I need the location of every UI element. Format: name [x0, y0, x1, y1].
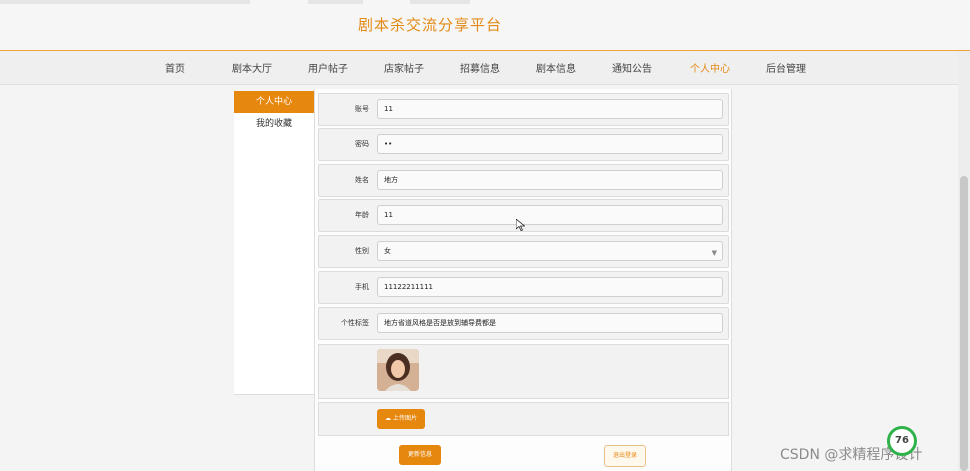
- upload-button-label: 上传图片: [392, 415, 417, 422]
- field-label: 年龄: [355, 211, 369, 219]
- profile-form: 账号 11 密码 •• 姓名 地方 年龄 11 性别 女 ▼ 手机 111222…: [314, 89, 732, 471]
- age-input[interactable]: 11: [377, 205, 723, 225]
- form-row-password: 密码 ••: [318, 128, 729, 161]
- field-label: 账号: [355, 105, 369, 113]
- site-title: 剧本杀交流分享平台: [357, 16, 502, 34]
- header: 剧本杀交流分享平台: [0, 0, 970, 51]
- chevron-down-icon: ▼: [711, 249, 717, 257]
- nav-announcements[interactable]: 通知公告: [612, 60, 652, 75]
- upload-image-button[interactable]: ☁ 上传图片: [377, 409, 425, 429]
- field-label: 姓名: [355, 176, 369, 184]
- nav-admin[interactable]: 后台管理: [766, 60, 806, 75]
- nav-script-hall[interactable]: 剧本大厅: [232, 60, 272, 75]
- field-label: 个性标签: [341, 319, 369, 327]
- account-input[interactable]: 11: [377, 99, 723, 119]
- nav-script-info[interactable]: 剧本信息: [536, 60, 576, 75]
- avatar-row: [318, 344, 729, 399]
- nav-home[interactable]: 首页: [165, 60, 185, 75]
- form-row-account: 账号 11: [318, 93, 729, 126]
- timer-badge: 76: [887, 426, 917, 456]
- phone-input[interactable]: 11122211111: [377, 277, 723, 297]
- avatar: [377, 349, 419, 391]
- form-row-tag: 个性标签 地方省道风格是否是放到辅导费都是: [318, 307, 729, 340]
- field-label: 性别: [355, 247, 369, 255]
- sidebar: 个人中心 我的收藏: [234, 91, 314, 395]
- main-nav: 首页 剧本大厅 用户帖子 店家帖子 招募信息 剧本信息 通知公告 个人中心 后台…: [0, 51, 970, 85]
- browser-strip: [410, 0, 470, 4]
- gender-select[interactable]: 女 ▼: [377, 241, 723, 261]
- form-row-phone: 手机 11122211111: [318, 271, 729, 304]
- field-label: 手机: [355, 283, 369, 291]
- nav-recruitment[interactable]: 招募信息: [460, 60, 500, 75]
- nav-personal-center[interactable]: 个人中心: [690, 60, 730, 75]
- form-row-name: 姓名 地方: [318, 164, 729, 197]
- field-label: 密码: [355, 140, 369, 148]
- scrollbar-thumb[interactable]: [960, 176, 968, 471]
- sidebar-item-favorites[interactable]: 我的收藏: [234, 113, 314, 135]
- name-input[interactable]: 地方: [377, 170, 723, 190]
- cloud-upload-icon: ☁: [385, 415, 392, 422]
- gender-value: 女: [384, 247, 391, 255]
- nav-user-posts[interactable]: 用户帖子: [308, 60, 348, 75]
- nav-shop-posts[interactable]: 店家帖子: [384, 60, 424, 75]
- update-info-button[interactable]: 更新信息: [399, 445, 441, 465]
- mouse-cursor-icon: [516, 219, 525, 231]
- password-input[interactable]: ••: [377, 134, 723, 154]
- sidebar-item-personal-center[interactable]: 个人中心: [234, 91, 314, 113]
- form-row-gender: 性别 女 ▼: [318, 235, 729, 268]
- tag-input[interactable]: 地方省道风格是否是放到辅导费都是: [377, 313, 723, 333]
- avatar-photo-icon: [377, 349, 419, 391]
- logout-button[interactable]: 退出登录: [604, 445, 646, 467]
- browser-strip: [308, 0, 363, 4]
- browser-strip: [0, 0, 250, 4]
- upload-row: ☁ 上传图片: [318, 402, 729, 436]
